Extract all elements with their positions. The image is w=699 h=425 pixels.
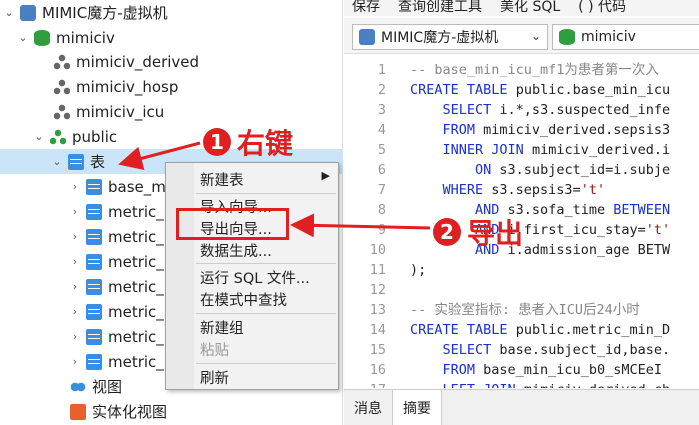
callout-export: 2 导出 — [433, 212, 523, 252]
annotation-arrows — [118, 141, 431, 238]
step-badge: 2 — [433, 218, 461, 246]
callout-text: 导出 — [467, 217, 524, 250]
callout-right-click: 1 右键 — [203, 122, 293, 162]
arrow-to-tables — [118, 141, 201, 171]
callout-text: 右键 — [237, 127, 294, 160]
arrow-to-export — [290, 213, 431, 238]
step-badge: 1 — [203, 128, 231, 156]
